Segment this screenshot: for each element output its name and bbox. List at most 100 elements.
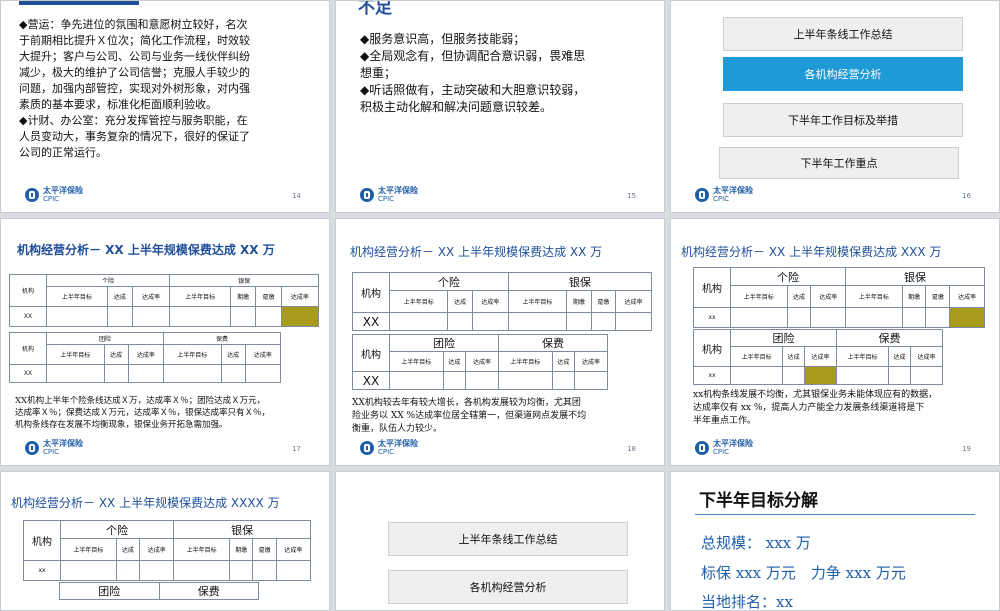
group-header: 保费 (835, 329, 944, 347)
target-total: 总规模： xxx 万 (701, 534, 811, 552)
col-header: 上半年目标 (162, 344, 222, 365)
page-number: 16 (962, 192, 971, 200)
group-header: 个险 (729, 267, 847, 286)
group-header: 团险 (389, 334, 499, 352)
slide-14-body: ◆营运：争先进位的氛围和意愿树立较好，名次 于前期相比提升Ｘ位次；简化工作流程，… (19, 17, 250, 161)
page-number: 15 (627, 192, 636, 200)
text-line: 达成率仅有 xx %，提高人力产能全力发展条线渠道将是下 (693, 403, 925, 413)
text-line: 问题，加强内部管控，实现对外树形象，对内强 (19, 82, 250, 95)
col-header: 达成 (106, 286, 134, 307)
slide-thumb-16[interactable]: 上半年条线工作总结 各机构经营分析 下半年工作目标及举措 下半年工作重点 太平洋… (670, 0, 1000, 213)
text-line: 于前期相比提升Ｘ位次；简化工作流程，时效较 (19, 34, 250, 47)
brand-logo: 太平洋保险 CPIC (360, 186, 418, 204)
slide-heading: 不足 (358, 0, 392, 18)
slide-15-body: ◆服务意识高，但服务技能弱； ◆全局观念有，但协调配合意识弱，畏难思 想重； ◆… (360, 31, 585, 116)
col-header: 达成 (786, 285, 812, 308)
agenda-item-priorities[interactable]: 下半年工作重点 (719, 147, 959, 179)
table-personal-bank: 机构 个险 银保 上半年目标 达成 达成率 上半年目标 期缴 趸缴 达成率 XX (352, 272, 653, 331)
col-header: 达成率 (127, 344, 164, 365)
group-header: 银保 (507, 272, 653, 291)
cpic-logo-icon (360, 441, 374, 455)
agenda-item-summary[interactable]: 上半年条线工作总结 (723, 17, 963, 51)
brand-en: CPIC (713, 448, 730, 456)
agenda-item-analysis[interactable]: 各机构经营分析 (723, 57, 963, 91)
slide-thumb-21[interactable]: 上半年条线工作总结 各机构经营分析 (335, 471, 665, 611)
col-header: 趸缴 (925, 285, 951, 308)
col-header: 期缴 (229, 286, 257, 307)
col-header: 趸缴 (255, 286, 282, 307)
text-line: XX机构上半年个险条线达成Ｘ万，达成率Ｘ％；团险达成Ｘ万元， (15, 396, 266, 406)
col-header: 达成率 (615, 290, 652, 313)
slide-thumb-18[interactable]: 机构经营分析－ XX 上半年规模保费达成 XX 万 机构 个险 银保 上半年目标 达成… (335, 218, 665, 466)
brand-en: CPIC (378, 448, 395, 456)
highlight-cell (804, 366, 837, 385)
col-header: 上半年目标 (169, 286, 231, 307)
col-header: 上半年目标 (60, 538, 117, 561)
agenda-item-analysis[interactable]: 各机构经营分析 (388, 570, 628, 604)
col-header: 机构 (352, 272, 390, 313)
row-label: xx (693, 307, 731, 328)
slide-thumb-20[interactable]: 机构经营分析－ XX 上半年规模保费达成 XXXX 万 机构 个险 银保 上半年目标… (0, 471, 330, 611)
page-number: 19 (962, 445, 971, 453)
col-header: 机构 (9, 274, 47, 307)
page-number: 17 (292, 445, 301, 453)
col-header: 机构 (23, 520, 61, 561)
col-header: 机构 (352, 334, 390, 372)
brand-logo: 太平洋保险 CPIC (25, 439, 83, 457)
col-header: 达成率 (949, 285, 985, 308)
text-line: 积极主动化解和解决问题意识较差。 (360, 100, 553, 114)
group-header: 个险 (59, 520, 175, 539)
col-header: 达成率 (244, 344, 282, 365)
highlight-cell (949, 307, 985, 328)
col-header: 达成 (551, 351, 576, 372)
slide-title: 机构经营分析－ XX 上半年规模保费达成 XXXX 万 (11, 496, 280, 510)
table-group-premium: 机构 团险 保费 上半年目标 达成 达成率 上半年目标 达成 达成率 XX (9, 332, 282, 383)
group-header: 保费 (162, 332, 282, 345)
col-header: 达成率 (910, 346, 943, 367)
brand-en: CPIC (43, 195, 60, 203)
col-header: 机构 (693, 267, 731, 308)
col-header: 达成 (782, 346, 806, 367)
group-header: 保费 (497, 334, 609, 352)
col-header: 上半年目标 (835, 346, 890, 367)
slide-thumb-17[interactable]: 机构经营分析－ XX 上半年规模保费达成 XX 万 机构 个险 银保 上半年目标 达成… (0, 218, 330, 466)
slide-thumb-15[interactable]: 不足 ◆服务意识高，但服务技能弱； ◆全局观念有，但协调配合意识弱，畏难思 想重… (335, 0, 665, 213)
col-header: 达成 (888, 346, 911, 367)
row-label: XX (9, 306, 47, 327)
text-line: 达成率Ｘ％；保费达成Ｘ万元，达成率Ｘ％，银保达成率只有Ｘ％， (15, 408, 271, 418)
col-header: 趸缴 (590, 290, 617, 313)
brand-cn: 太平洋保险 (713, 439, 753, 448)
col-header: 上半年目标 (389, 351, 444, 372)
col-header: 上半年目标 (845, 285, 903, 308)
col-header: 期缴 (229, 538, 254, 561)
brand-logo: 太平洋保险 CPIC (695, 439, 753, 457)
brand-logo: 太平洋保险 CPIC (695, 186, 753, 204)
col-header: 上半年目标 (729, 346, 784, 367)
group-header: 团险 (59, 582, 160, 600)
slide-thumb-19[interactable]: 机构经营分析－ XX 上半年规模保费达成 XXX 万 机构 个险 银保 上半年目标达… (670, 218, 1000, 466)
agenda-item-summary[interactable]: 上半年条线工作总结 (388, 522, 628, 556)
brand-cn: 太平洋保险 (378, 439, 418, 448)
brand-en: CPIC (378, 195, 395, 203)
text-line: 素质的基本要求，标准化柜面顺利验收。 (19, 98, 217, 111)
slide-title: 下半年目标分解 (699, 491, 818, 511)
col-header: 达成率 (471, 290, 509, 313)
brand-logo: 太平洋保险 CPIC (25, 186, 83, 204)
col-header: 上半年目标 (173, 538, 231, 561)
text-line: xx机构条线发展不均衡，尤其银保业务未能体现应有的数据， (693, 390, 938, 400)
agenda-item-targets[interactable]: 下半年工作目标及举措 (723, 103, 963, 137)
slide-title: 机构经营分析－ XX 上半年规模保费达成 XX 万 (350, 245, 603, 259)
group-header: 个险 (389, 272, 509, 291)
group-header: 银保 (845, 267, 985, 286)
text-line: 机构条线存在发展不均衡现象，银保业务开拓急需加强。 (15, 420, 228, 430)
col-header: 达成 (220, 344, 246, 365)
target-rank: 当地排名：xx (701, 593, 793, 611)
table-personal-bank: 机构 个险 银保 上半年目标 达成 达成率 上半年目标 期缴 趸缴 达成率 xx (693, 267, 985, 328)
text-line: XX机构较去年有较大增长，各机构发展较为均衡，尤其团 (352, 398, 581, 408)
col-header: 达成 (115, 538, 141, 561)
col-header: 达成 (447, 290, 473, 313)
title-bar-fragment (19, 1, 139, 5)
row-label: XX (352, 312, 390, 331)
slide-thumb-22[interactable]: 下半年目标分解 总规模： xxx 万 标保 xxx 万元 力争 xxx 万元 当… (670, 471, 1000, 611)
slide-thumb-14[interactable]: ◆营运：争先进位的氛围和意愿树立较好，名次 于前期相比提升Ｘ位次；简化工作流程，… (0, 0, 330, 213)
